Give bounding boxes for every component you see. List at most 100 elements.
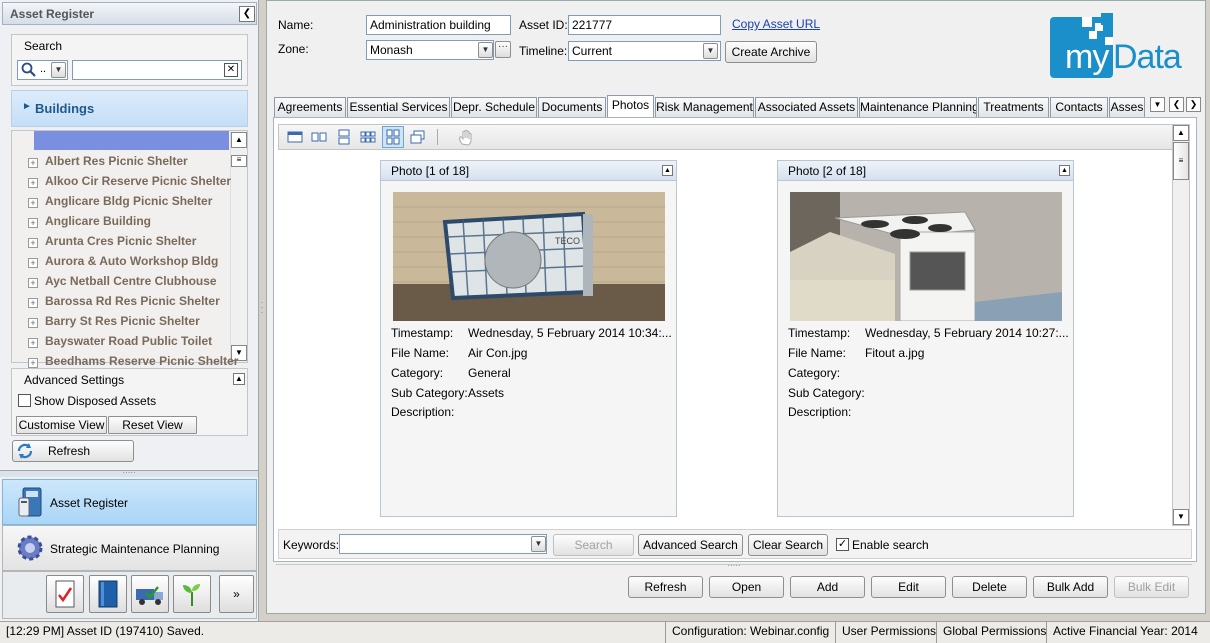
tab-photos[interactable]: Photos: [607, 95, 654, 118]
timeline-dropdown-icon[interactable]: ▼: [703, 43, 718, 59]
plant-icon[interactable]: [173, 575, 211, 613]
expand-plus-icon[interactable]: +: [28, 318, 38, 328]
collapse-photo-icon[interactable]: ▲: [662, 165, 673, 176]
edit-button[interactable]: Edit: [871, 576, 946, 598]
photo-image-stove[interactable]: [790, 192, 1062, 322]
splitter-handle[interactable]: ·····: [0, 469, 258, 477]
show-disposed-checkbox[interactable]: [18, 394, 31, 407]
refresh-tree-button[interactable]: Refresh: [12, 440, 134, 462]
expand-plus-icon[interactable]: +: [28, 258, 38, 268]
tab-essential-services[interactable]: Essential Services: [347, 97, 450, 117]
name-field[interactable]: Administration building: [366, 15, 511, 35]
photos-scroll-thumb[interactable]: ≡: [1173, 142, 1189, 180]
search-mode-select[interactable]: .. ▼: [17, 60, 68, 80]
keywords-input[interactable]: [339, 534, 547, 554]
clear-search-icon[interactable]: ✕: [224, 63, 238, 77]
timeline-select[interactable]: Current: [568, 41, 721, 61]
status-global-permissions[interactable]: Global Permissions: [936, 621, 1046, 643]
tree-item[interactable]: + Aurora & Auto Workshop Bldg: [28, 251, 240, 271]
tab-scroll-left-icon[interactable]: ❮: [1169, 97, 1184, 112]
tab-documents[interactable]: Documents: [538, 97, 606, 117]
tree-item[interactable]: + Anglicare Bldg Picnic Shelter: [28, 191, 240, 211]
expand-plus-icon[interactable]: +: [28, 278, 38, 288]
tree-item[interactable]: + Barry St Res Picnic Shelter: [28, 311, 240, 331]
checklist-icon[interactable]: [46, 575, 84, 613]
create-archive-button[interactable]: Create Archive: [725, 41, 817, 63]
pan-hand-icon[interactable]: [457, 128, 475, 146]
reset-view-button[interactable]: Reset View: [108, 416, 197, 434]
expand-plus-icon[interactable]: +: [28, 218, 38, 228]
tab-list-dropdown-icon[interactable]: ▼: [1150, 97, 1165, 112]
asset-id-field[interactable]: 221777: [568, 15, 721, 35]
photos-scroll-up-icon[interactable]: ▲: [1173, 125, 1189, 141]
chevron-down-icon[interactable]: ▼: [51, 62, 66, 78]
photos-scrollbar[interactable]: ▲ ≡ ▼: [1172, 124, 1190, 526]
nav-asset-register[interactable]: Asset Register: [2, 479, 257, 525]
tab-maintenance-planning[interactable]: Maintenance Planning: [859, 97, 977, 117]
expand-plus-icon[interactable]: +: [28, 238, 38, 248]
expand-plus-icon[interactable]: +: [28, 198, 38, 208]
refresh-button[interactable]: Refresh: [628, 576, 703, 598]
tab-scroll-right-icon[interactable]: ❯: [1186, 97, 1201, 112]
expand-plus-icon[interactable]: +: [28, 178, 38, 188]
zone-ellipsis-button[interactable]: ···: [495, 41, 511, 58]
search-input[interactable]: [72, 60, 242, 80]
photo-card[interactable]: Photo [1 of 18] ▲ TECO Timestamp:Wednes: [380, 160, 677, 517]
zone-select[interactable]: Monash: [366, 40, 494, 60]
search-button[interactable]: Search: [553, 534, 634, 556]
tree-item[interactable]: + Barossa Rd Res Picnic Shelter: [28, 291, 240, 311]
bulk-edit-button[interactable]: Bulk Edit: [1114, 576, 1189, 598]
grid-small-icon[interactable]: [360, 129, 376, 145]
tab-contacts[interactable]: Contacts: [1050, 97, 1108, 117]
two-row-icon[interactable]: [336, 129, 352, 145]
category-header[interactable]: ► Buildings: [11, 90, 248, 127]
expand-plus-icon[interactable]: +: [28, 338, 38, 348]
photos-scroll-down-icon[interactable]: ▼: [1173, 509, 1189, 525]
advanced-search-button[interactable]: Advanced Search: [638, 534, 743, 556]
copy-asset-url-link[interactable]: Copy Asset URL: [732, 16, 820, 32]
two-column-icon[interactable]: [311, 129, 327, 145]
vertical-splitter[interactable]: · · ·: [259, 299, 265, 320]
grid-large-icon[interactable]: [382, 126, 404, 148]
enable-search-checkbox[interactable]: ✓: [836, 538, 849, 551]
tree-item[interactable]: + Bayswater Road Public Toilet: [28, 331, 240, 351]
more-icon[interactable]: »: [219, 575, 254, 613]
tree-item[interactable]: + Ayc Netball Centre Clubhouse: [28, 271, 240, 291]
open-button[interactable]: Open: [709, 576, 784, 598]
delete-button[interactable]: Delete: [952, 576, 1027, 598]
photo-card[interactable]: Photo [2 of 18] ▲ Timestamp: Wednesday, 5…: [777, 160, 1074, 517]
asset-id-label: Asset ID:: [519, 18, 568, 32]
add-button[interactable]: Add: [790, 576, 865, 598]
tab-risk-management[interactable]: Risk Management: [655, 97, 754, 117]
carousel-icon[interactable]: [410, 129, 426, 145]
tab-agreements[interactable]: Agreements: [274, 97, 346, 117]
tree-item[interactable]: + Anglicare Building: [28, 211, 240, 231]
status-user-permissions[interactable]: User Permissions: [835, 621, 936, 643]
expand-plus-icon[interactable]: +: [28, 358, 38, 368]
customise-view-button[interactable]: Customise View: [16, 416, 107, 434]
nav-strategic-maintenance[interactable]: Strategic Maintenance Planning: [2, 525, 257, 571]
single-view-icon[interactable]: [287, 129, 303, 145]
expand-plus-icon[interactable]: +: [28, 158, 38, 168]
tab-treatments[interactable]: Treatments: [978, 97, 1049, 117]
tab-asses[interactable]: Asses: [1109, 97, 1145, 117]
photo-image-aircon[interactable]: TECO: [393, 192, 665, 321]
collapse-panel-button[interactable]: ❮: [239, 6, 255, 22]
keywords-dropdown-icon[interactable]: ▼: [531, 536, 546, 552]
truck-icon[interactable]: [131, 575, 169, 613]
tab-associated-assets[interactable]: Associated Assets: [755, 97, 858, 117]
zone-dropdown-icon[interactable]: ▼: [478, 42, 493, 58]
book-icon[interactable]: [89, 575, 127, 613]
bottom-splitter[interactable]: ·····: [276, 562, 1192, 570]
tab-depr-schedule[interactable]: Depr. Schedule: [451, 97, 537, 117]
tree-item[interactable]: + Alkoo Cir Reserve Picnic Shelter: [28, 171, 240, 191]
collapse-settings-icon[interactable]: ▲: [233, 373, 245, 385]
scroll-up-icon[interactable]: ▲: [231, 132, 247, 148]
clear-search-button[interactable]: Clear Search: [748, 534, 828, 556]
collapse-photo-icon[interactable]: ▲: [1059, 165, 1070, 176]
bulk-add-button[interactable]: Bulk Add: [1033, 576, 1108, 598]
expand-plus-icon[interactable]: +: [28, 298, 38, 308]
tree-item[interactable]: + Arunta Cres Picnic Shelter: [28, 231, 240, 251]
selected-row[interactable]: [34, 131, 229, 150]
tree-item[interactable]: + Albert Res Picnic Shelter: [28, 151, 240, 171]
